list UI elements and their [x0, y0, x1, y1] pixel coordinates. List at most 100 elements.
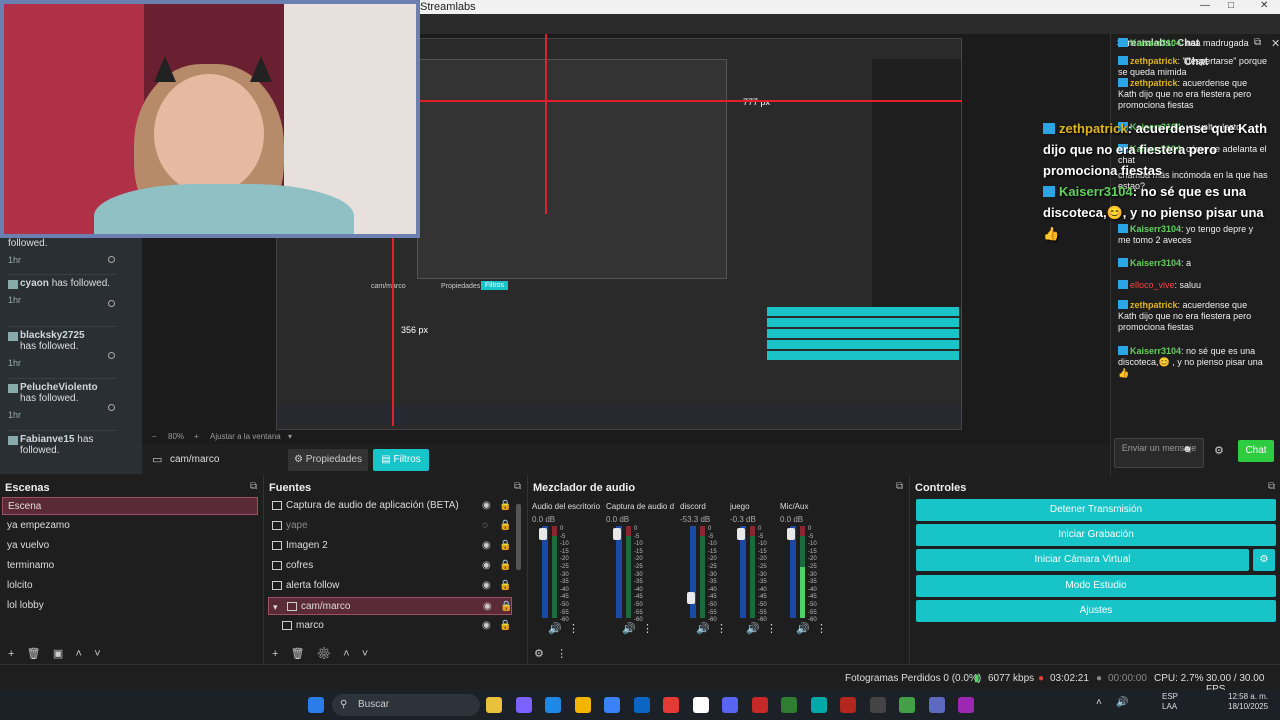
speaker-icon[interactable]: 🔊 [622, 622, 636, 635]
emoji-icon[interactable]: ☻ [1182, 444, 1193, 455]
scene-item[interactable]: Escena [2, 497, 258, 515]
eye-icon[interactable]: ◉ [482, 537, 491, 555]
gear-icon[interactable]: ⚙ [1214, 444, 1224, 457]
lock-icon[interactable]: 🔒 [499, 617, 511, 635]
fader-knob[interactable] [539, 528, 547, 540]
add-icon[interactable]: + [272, 648, 278, 660]
move-down-icon[interactable]: ˅ [362, 648, 368, 660]
eye-icon[interactable]: ◉ [483, 598, 492, 616]
close-icon[interactable]: ✕ [1271, 37, 1280, 50]
repeat-icon[interactable] [108, 352, 115, 359]
taskbar-app-icon[interactable] [574, 697, 591, 713]
chevron-down-icon[interactable]: ▾ [288, 432, 292, 441]
more-icon[interactable]: ⋮ [642, 622, 653, 635]
scene-item[interactable]: lol lobby [2, 597, 258, 615]
volume-fader[interactable] [690, 526, 696, 618]
more-icon[interactable]: ⋮ [816, 622, 827, 635]
scene-filter-icon[interactable]: ▣ [53, 648, 63, 660]
eye-icon[interactable]: ◉ [482, 617, 491, 635]
source-item[interactable]: ▾ cam/marco ◉ 🔒 [268, 597, 512, 615]
filters-button[interactable]: ▤ Filtros [373, 449, 429, 471]
taskbar-app-icon[interactable] [486, 697, 502, 713]
trash-icon[interactable]: 🗑 [291, 648, 305, 660]
move-up-icon[interactable]: ˄ [343, 648, 349, 660]
chat-user[interactable]: Kaiserr3104 [1130, 38, 1181, 48]
popout-icon[interactable]: ⧉ [1268, 481, 1275, 492]
scene-item[interactable]: lolcito [2, 577, 258, 595]
stop-stream-button[interactable]: Detener Transmisión [916, 499, 1276, 521]
minimize-button[interactable]: — [1200, 0, 1210, 11]
minus-icon[interactable]: − [152, 432, 157, 441]
lock-icon[interactable]: 🔒 [499, 497, 511, 515]
start-recording-button[interactable]: Iniciar Grabación [916, 524, 1276, 546]
source-item[interactable]: cofres ◉ 🔒 [268, 557, 512, 575]
taskbar-app-icon[interactable] [928, 697, 945, 713]
fader-knob[interactable] [787, 528, 795, 540]
studio-mode-button[interactable]: Modo Estudio [916, 575, 1276, 597]
lock-icon[interactable]: 🔒 [499, 557, 511, 575]
taskbar-app-icon[interactable] [958, 697, 974, 713]
popout-icon[interactable]: ⧉ [896, 481, 903, 492]
settings-button[interactable]: Ajustes [916, 600, 1276, 622]
maximize-button[interactable]: □ [1228, 0, 1234, 11]
chat-user[interactable]: Kaiserr3104 [1130, 258, 1181, 268]
eye-icon[interactable]: ◉ [482, 497, 491, 515]
taskbar-app-icon[interactable] [604, 697, 620, 713]
speaker-icon[interactable]: 🔊 [696, 622, 710, 635]
taskbar-app-icon[interactable] [633, 697, 650, 713]
source-item[interactable]: Imagen 2 ◉ 🔒 [268, 537, 512, 555]
fit-window[interactable]: Ajustar a la ventana [210, 432, 281, 441]
scene-item[interactable]: ya empezamo [2, 517, 258, 535]
speaker-icon[interactable]: 🔊 [746, 622, 760, 635]
start-virtual-camera-button[interactable]: Iniciar Cámara Virtual [916, 549, 1249, 571]
chat-user[interactable]: zethpatrick [1130, 56, 1178, 66]
chat-user[interactable]: zethpatrick [1130, 300, 1178, 310]
popout-icon[interactable]: ⧉ [514, 481, 521, 492]
chat-send-button[interactable]: Chat [1238, 440, 1274, 462]
taskbar-app-icon[interactable] [751, 697, 768, 713]
popout-icon[interactable]: ⧉ [250, 481, 257, 492]
taskbar-app-icon[interactable] [545, 697, 561, 713]
scene-item[interactable]: ya vuelvo [2, 537, 258, 555]
add-icon[interactable]: + [8, 648, 14, 660]
source-item[interactable]: yape ◌ 🔒 [268, 517, 512, 535]
taskbar-app-icon[interactable] [810, 697, 827, 713]
trash-icon[interactable]: 🗑 [27, 648, 41, 660]
plus-icon[interactable]: + [194, 432, 199, 441]
fader-knob[interactable] [737, 528, 745, 540]
move-up-icon[interactable]: ˄ [76, 648, 82, 660]
close-button[interactable]: ✕ [1260, 0, 1268, 11]
taskbar-app-icon[interactable] [899, 697, 915, 713]
taskbar-app-icon[interactable] [515, 697, 532, 713]
repeat-icon[interactable] [108, 256, 115, 263]
tray-up-icon[interactable]: ˄ [1096, 698, 1102, 708]
properties-button[interactable]: ⚙ Propiedades [288, 449, 368, 471]
clock[interactable]: 12:58 a. m. 18/10/2025 [1228, 692, 1268, 712]
more-icon[interactable]: ⋮ [716, 622, 727, 635]
lock-icon[interactable]: 🔒 [499, 577, 511, 595]
eye-icon[interactable]: ◉ [482, 557, 491, 575]
virtual-camera-settings-button[interactable]: ⚙ [1253, 549, 1275, 571]
fader-knob[interactable] [613, 528, 621, 540]
repeat-icon[interactable] [108, 404, 115, 411]
fader-knob[interactable] [687, 592, 695, 604]
lock-icon[interactable]: 🔒 [499, 517, 511, 535]
lock-icon[interactable]: 🔒 [500, 598, 512, 616]
speaker-icon[interactable]: 🔊 [796, 622, 810, 635]
taskbar-app-icon[interactable] [781, 697, 797, 713]
more-icon[interactable]: ⋮ [766, 622, 777, 635]
speaker-icon[interactable]: 🔊 [548, 622, 562, 635]
taskbar-app-icon[interactable] [869, 697, 886, 713]
repeat-icon[interactable] [108, 300, 115, 307]
lock-icon[interactable]: 🔒 [499, 537, 511, 555]
source-item[interactable]: marco ◉ 🔒 [268, 617, 512, 635]
eye-off-icon[interactable]: ◌ [482, 517, 488, 535]
speaker-icon[interactable]: 🔊 [1116, 698, 1128, 708]
source-item[interactable]: Captura de audio de aplicación (BETA) ◉ 🔒 [268, 497, 512, 515]
taskbar-app-icon[interactable] [840, 697, 856, 713]
more-icon[interactable]: ⋮ [556, 648, 567, 660]
chevron-down-icon[interactable]: ▾ [273, 598, 278, 616]
taskbar-search[interactable]: ⚲ Buscar [332, 694, 480, 716]
chat-user[interactable]: elloco_vive [1130, 280, 1175, 290]
gear-icon[interactable]: ⚙ [534, 648, 544, 660]
